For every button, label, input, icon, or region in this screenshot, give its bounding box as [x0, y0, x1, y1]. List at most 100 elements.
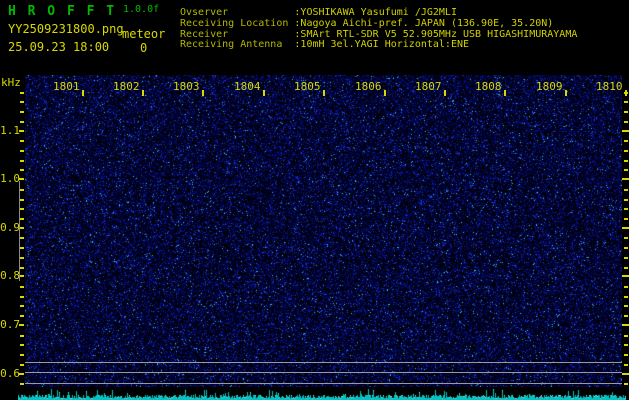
station-info: Ovserver :YOSHIKAWA Yasufumi /JG2MLI Rec… [180, 7, 578, 51]
info-label: Ovserver [180, 7, 289, 18]
y-minor-tick-right [624, 286, 628, 288]
x-tick-mark [384, 90, 386, 96]
info-row: Receiving Antenna :10mH 3el.YAGI Horizon… [180, 39, 577, 51]
hrofft-window: H R O F F T 1.0.0f YY2509231800.png mete… [0, 0, 629, 400]
info-label: Receiving Location [180, 17, 289, 29]
y-minor-tick-right [624, 315, 628, 317]
y-minor-tick-left [20, 257, 24, 259]
y-minor-tick-right [624, 354, 628, 356]
y-minor-tick-left [20, 150, 24, 152]
y-minor-tick-right [624, 92, 628, 94]
x-tick-mark [444, 90, 446, 96]
y-minor-tick-left [20, 344, 24, 346]
y-major-tick-right [622, 275, 629, 277]
info-label: Receiving Antenna [180, 39, 289, 51]
y-axis-unit-label: kHz [1, 76, 21, 89]
y-major-tick-right [622, 373, 629, 375]
reference-line [25, 372, 622, 373]
y-major-tick-left [19, 130, 24, 132]
y-minor-tick-left [20, 296, 24, 298]
y-minor-tick-right [624, 189, 628, 191]
meteor-count-label: meteor [122, 27, 166, 41]
x-tick-label: 1805 [294, 80, 321, 93]
y-minor-tick-left [20, 218, 24, 220]
y-minor-tick-right [624, 140, 628, 142]
y-tick-label: 0.7 [0, 318, 20, 331]
spectrogram-noise-field [25, 75, 622, 387]
y-major-tick-right [622, 130, 629, 132]
y-major-tick-left [19, 324, 24, 326]
y-minor-tick-left [20, 140, 24, 142]
x-tick-mark [263, 90, 265, 96]
info-value: :YOSHIKAWA Yasufumi /JG2MLI [294, 7, 457, 18]
y-minor-tick-left [20, 237, 24, 239]
x-tick-label: 1801 [53, 80, 80, 93]
y-minor-tick-right [624, 169, 628, 171]
y-minor-tick-right [624, 101, 628, 103]
info-value: :10mH 3el.YAGI Horizontal:ENE [294, 39, 470, 51]
y-minor-tick-left [20, 92, 24, 94]
y-minor-tick-left [20, 267, 24, 269]
x-tick-mark [565, 90, 567, 96]
y-minor-tick-left [20, 160, 24, 162]
x-tick-label: 1809 [536, 80, 563, 93]
y-minor-tick-right [624, 364, 628, 366]
y-minor-tick-left [20, 121, 24, 123]
y-minor-tick-left [20, 286, 24, 288]
y-major-tick-left [19, 178, 24, 180]
y-minor-tick-right [624, 111, 628, 113]
y-major-tick-right [622, 227, 629, 229]
left-scale-marker-line [19, 181, 20, 281]
x-tick-label: 1803 [173, 80, 200, 93]
y-minor-tick-right [624, 247, 628, 249]
x-tick-label: 1804 [234, 80, 261, 93]
y-minor-tick-left [20, 189, 24, 191]
y-major-tick-left [19, 373, 24, 375]
y-minor-tick-left [20, 169, 24, 171]
y-minor-tick-right [624, 160, 628, 162]
y-minor-tick-right [624, 237, 628, 239]
y-minor-tick-left [20, 208, 24, 210]
y-minor-tick-left [20, 335, 24, 337]
x-tick-label: 1810 [596, 80, 623, 93]
x-tick-label: 1802 [113, 80, 140, 93]
app-title: H R O F F T [8, 4, 117, 19]
signal-level-trace [18, 388, 626, 400]
y-major-tick-right [622, 324, 629, 326]
y-minor-tick-right [624, 199, 628, 201]
y-minor-tick-right [624, 208, 628, 210]
y-minor-tick-left [20, 305, 24, 307]
app-version: 1.0.0f [123, 4, 160, 15]
meteor-count-value: 0 [140, 41, 148, 55]
y-minor-tick-right [624, 296, 628, 298]
y-tick-label: 0.6 [0, 367, 20, 380]
y-minor-tick-right [624, 344, 628, 346]
info-value: :Nagoya Aichi-pref. JAPAN (136.90E, 35.2… [294, 17, 554, 29]
reference-line [25, 362, 622, 363]
x-tick-mark [504, 90, 506, 96]
y-minor-tick-left [20, 364, 24, 366]
y-minor-tick-right [624, 121, 628, 123]
y-minor-tick-left [20, 354, 24, 356]
y-minor-tick-left [20, 247, 24, 249]
y-minor-tick-right [624, 305, 628, 307]
y-minor-tick-right [624, 218, 628, 220]
y-minor-tick-right [624, 150, 628, 152]
y-tick-label: 1.1 [0, 124, 20, 137]
y-minor-tick-left [20, 315, 24, 317]
info-value: :SMArt RTL-SDR V5 52.905MHz USB HIGASHIM… [294, 28, 578, 40]
y-minor-tick-left [20, 383, 24, 385]
x-tick-mark [202, 90, 204, 96]
y-tick-label: 0.9 [0, 221, 20, 234]
x-tick-label: 1807 [415, 80, 442, 93]
y-minor-tick-left [20, 101, 24, 103]
y-minor-tick-right [624, 267, 628, 269]
y-minor-tick-left [20, 111, 24, 113]
y-tick-label: 1.0 [0, 172, 20, 185]
y-minor-tick-right [624, 383, 628, 385]
y-major-tick-right [622, 178, 629, 180]
x-tick-label: 1806 [355, 80, 382, 93]
x-tick-label: 1808 [475, 80, 502, 93]
y-minor-tick-right [624, 335, 628, 337]
y-tick-label: 0.8 [0, 269, 20, 282]
